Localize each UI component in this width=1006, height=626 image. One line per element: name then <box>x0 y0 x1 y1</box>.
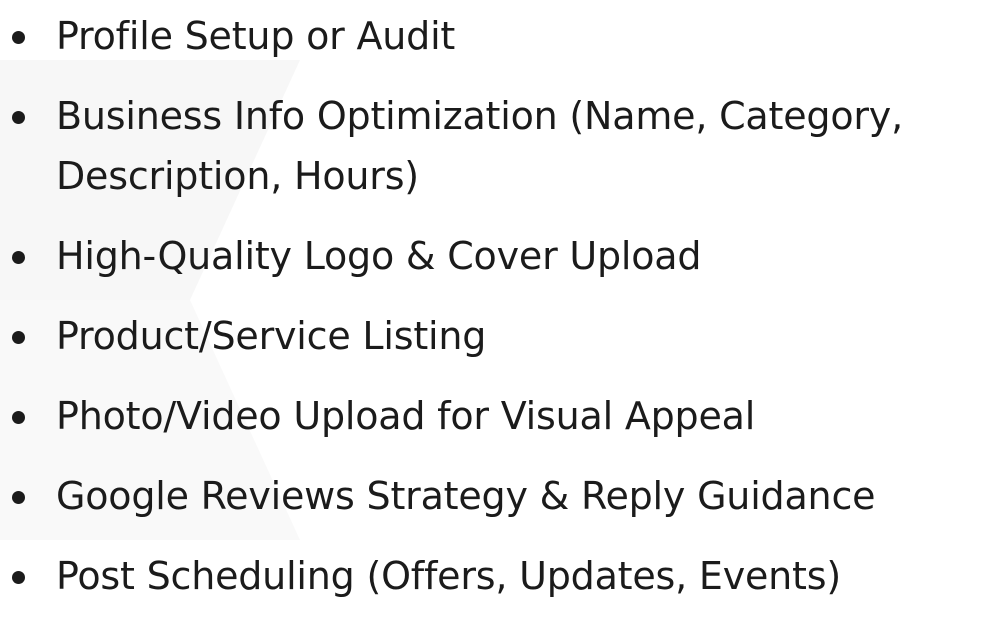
list-item-label: Profile Setup or Audit <box>56 14 456 58</box>
bullet-icon <box>12 571 25 584</box>
list-item-label: Business Info Optimization (Name, Catego… <box>56 94 903 198</box>
bullet-icon <box>12 251 25 264</box>
bullet-icon <box>12 31 25 44</box>
list-item: Google Reviews Strategy & Reply Guidance <box>0 466 1006 526</box>
list-item: Post Scheduling (Offers, Updates, Events… <box>0 546 1006 606</box>
list-item: Product/Service Listing <box>0 306 1006 366</box>
list-item: Profile Setup or Audit <box>0 6 1006 66</box>
bullet-icon <box>12 411 25 424</box>
list-item-label: High-Quality Logo & Cover Upload <box>56 234 702 278</box>
list-item: Photo/Video Upload for Visual Appeal <box>0 386 1006 446</box>
list-item-label: Post Scheduling (Offers, Updates, Events… <box>56 554 841 598</box>
bullet-icon <box>12 491 25 504</box>
list-item-label: Photo/Video Upload for Visual Appeal <box>56 394 756 438</box>
list-item-label: Product/Service Listing <box>56 314 487 358</box>
feature-list: Profile Setup or Audit Business Info Opt… <box>0 6 1006 626</box>
bullet-icon <box>12 331 25 344</box>
list-item-label: Google Reviews Strategy & Reply Guidance <box>56 474 876 518</box>
list-item: High-Quality Logo & Cover Upload <box>0 226 1006 286</box>
list-item: Business Info Optimization (Name, Catego… <box>0 86 1006 206</box>
bullet-icon <box>12 111 25 124</box>
